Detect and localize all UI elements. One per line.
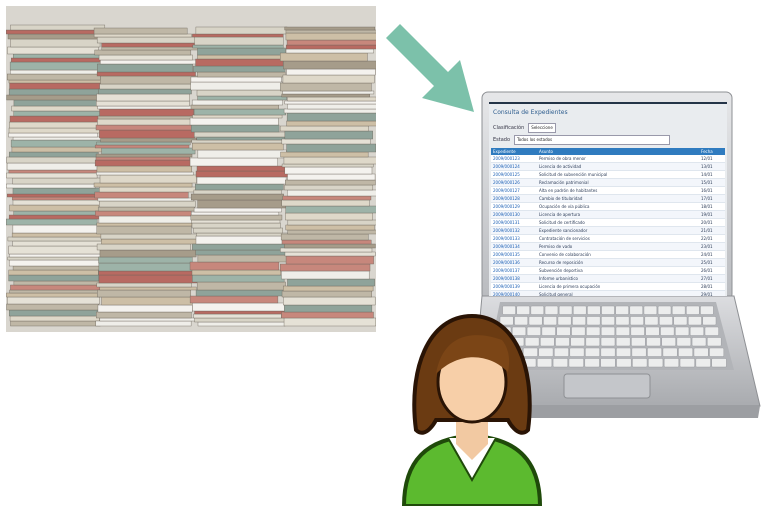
cell-asunto: Expediente sancionador: [537, 226, 699, 235]
cell-expediente[interactable]: 2009/000137: [491, 266, 537, 275]
cell-expediente[interactable]: 2009/000127: [491, 186, 537, 195]
cell-asunto: Contratación de servicios: [537, 234, 699, 243]
cell-expediente[interactable]: 2009/000123: [491, 155, 537, 163]
screen-title: Consulta de Expedientes: [493, 109, 568, 116]
cell-fecha: 28/01: [699, 282, 725, 291]
cell-asunto: Permiso de vado: [537, 242, 699, 251]
cell-asunto: Licencia de primera ocupación: [537, 282, 699, 291]
cell-asunto: Informe urbanístico: [537, 274, 699, 283]
cell-fecha: 24/01: [699, 250, 725, 259]
user-avatar-icon: [401, 313, 543, 506]
column-header-fecha[interactable]: Fecha: [699, 148, 725, 155]
cell-fecha: 17/01: [699, 194, 725, 203]
cell-expediente[interactable]: 2009/000133: [491, 234, 537, 243]
cell-expediente[interactable]: 2009/000129: [491, 202, 537, 211]
table-row[interactable]: 2009/000137 Subvención deportiva 26/01: [491, 266, 725, 275]
table-row[interactable]: 2009/000125 Solicitud de subvención munic…: [491, 170, 725, 179]
cell-expediente[interactable]: 2009/000131: [491, 218, 537, 227]
filter1-label: Clasificación: [493, 125, 525, 131]
cell-expediente[interactable]: 2009/000140: [491, 290, 537, 296]
cell-expediente[interactable]: 2009/000128: [491, 194, 537, 203]
cell-asunto: Permiso de obra menor: [537, 155, 699, 163]
cell-expediente[interactable]: 2009/000138: [491, 274, 537, 283]
cell-fecha: 27/01: [699, 274, 725, 283]
cell-asunto: Solicitud general: [537, 290, 699, 296]
table-row[interactable]: 2009/000134 Permiso de vado 23/01: [491, 242, 725, 251]
cell-fecha: 16/01: [699, 186, 725, 195]
cell-fecha: 12/01: [699, 155, 725, 163]
cell-fecha: 13/01: [699, 162, 725, 171]
cell-fecha: 14/01: [699, 170, 725, 179]
cell-fecha: 26/01: [699, 266, 725, 275]
table-row[interactable]: 2009/000139 Licencia de primera ocupación…: [491, 282, 725, 291]
cell-expediente[interactable]: 2009/000126: [491, 178, 537, 187]
table-row[interactable]: 2009/000131 Solicitud de certificado 20/01: [491, 218, 725, 227]
cell-asunto: Solicitud de certificado: [537, 218, 699, 227]
cell-fecha: 25/01: [699, 258, 725, 267]
table-row[interactable]: 2009/000133 Contratación de servicios 22/0…: [491, 234, 725, 243]
cell-expediente[interactable]: 2009/000125: [491, 170, 537, 179]
table-row[interactable]: 2009/000126 Reclamación patrimonial 15/01: [491, 178, 725, 187]
cell-asunto: Licencia de actividad: [537, 162, 699, 171]
cell-fecha: 29/01: [699, 290, 725, 296]
column-header-expediente[interactable]: Expediente: [491, 148, 537, 155]
table-row[interactable]: 2009/000132 Expediente sancionador 21/01: [491, 226, 725, 235]
cell-fecha: 21/01: [699, 226, 725, 235]
table-row[interactable]: 2009/000135 Convenio de colaboración 24/01: [491, 250, 725, 259]
cell-fecha: 22/01: [699, 234, 725, 243]
cell-expediente[interactable]: 2009/000132: [491, 226, 537, 235]
filter1-select[interactable]: Seleccione: [528, 123, 556, 133]
cell-asunto: Reclamación patrimonial: [537, 178, 699, 187]
cell-fecha: 19/01: [699, 210, 725, 219]
cell-expediente[interactable]: 2009/000135: [491, 250, 537, 259]
cell-expediente[interactable]: 2009/000139: [491, 282, 537, 291]
cell-asunto: Subvención deportiva: [537, 266, 699, 275]
table-row[interactable]: 2009/000129 Ocupación de vía pública 18/01: [491, 202, 725, 211]
table-row[interactable]: 2009/000136 Recurso de reposición 25/01: [491, 258, 725, 267]
cell-asunto: Convenio de colaboración: [537, 250, 699, 259]
cell-asunto: Solicitud de subvención municipal: [537, 170, 699, 179]
cell-expediente[interactable]: 2009/000130: [491, 210, 537, 219]
filter-row-1: Clasificación Seleccione: [489, 122, 727, 134]
filter-row-2: Estado Todos los estados: [489, 134, 727, 146]
cell-fecha: 15/01: [699, 178, 725, 187]
table-row[interactable]: 2009/000123 Permiso de obra menor 12/01: [491, 155, 725, 163]
table-row[interactable]: 2009/000138 Informe urbanístico 27/01: [491, 274, 725, 283]
records-table: Expediente Asunto Fecha 2009/000123 Permi…: [491, 148, 725, 296]
table-row[interactable]: 2009/000128 Cambio de titularidad 17/01: [491, 194, 725, 203]
cell-fecha: 23/01: [699, 242, 725, 251]
laptop-screen: Consulta de Expedientes Clasificación Se…: [489, 104, 727, 296]
cell-asunto: Licencia de apertura: [537, 210, 699, 219]
cell-expediente[interactable]: 2009/000134: [491, 242, 537, 251]
filter2-select[interactable]: Todos los estados: [514, 135, 671, 145]
filter2-label: Estado: [493, 137, 511, 143]
cell-asunto: Cambio de titularidad: [537, 194, 699, 203]
paper-stacks-image: [6, 6, 376, 332]
cell-expediente[interactable]: 2009/000124: [491, 162, 537, 171]
cell-expediente[interactable]: 2009/000136: [491, 258, 537, 267]
table-header-row: Expediente Asunto Fecha: [491, 148, 725, 155]
cell-asunto: Ocupación de vía pública: [537, 202, 699, 211]
column-header-asunto[interactable]: Asunto: [537, 148, 699, 155]
table-row[interactable]: 2009/000130 Licencia de apertura 19/01: [491, 210, 725, 219]
table-row[interactable]: 2009/000140 Solicitud general 29/01: [491, 290, 725, 296]
table-row[interactable]: 2009/000127 Alta en padrón de habitantes 1…: [491, 186, 725, 195]
cell-asunto: Alta en padrón de habitantes: [537, 186, 699, 195]
arrow-down-right-icon: [386, 24, 474, 112]
cell-fecha: 20/01: [699, 218, 725, 227]
cell-fecha: 18/01: [699, 202, 725, 211]
cell-asunto: Recurso de reposición: [537, 258, 699, 267]
table-row[interactable]: 2009/000124 Licencia de actividad 13/01: [491, 162, 725, 171]
